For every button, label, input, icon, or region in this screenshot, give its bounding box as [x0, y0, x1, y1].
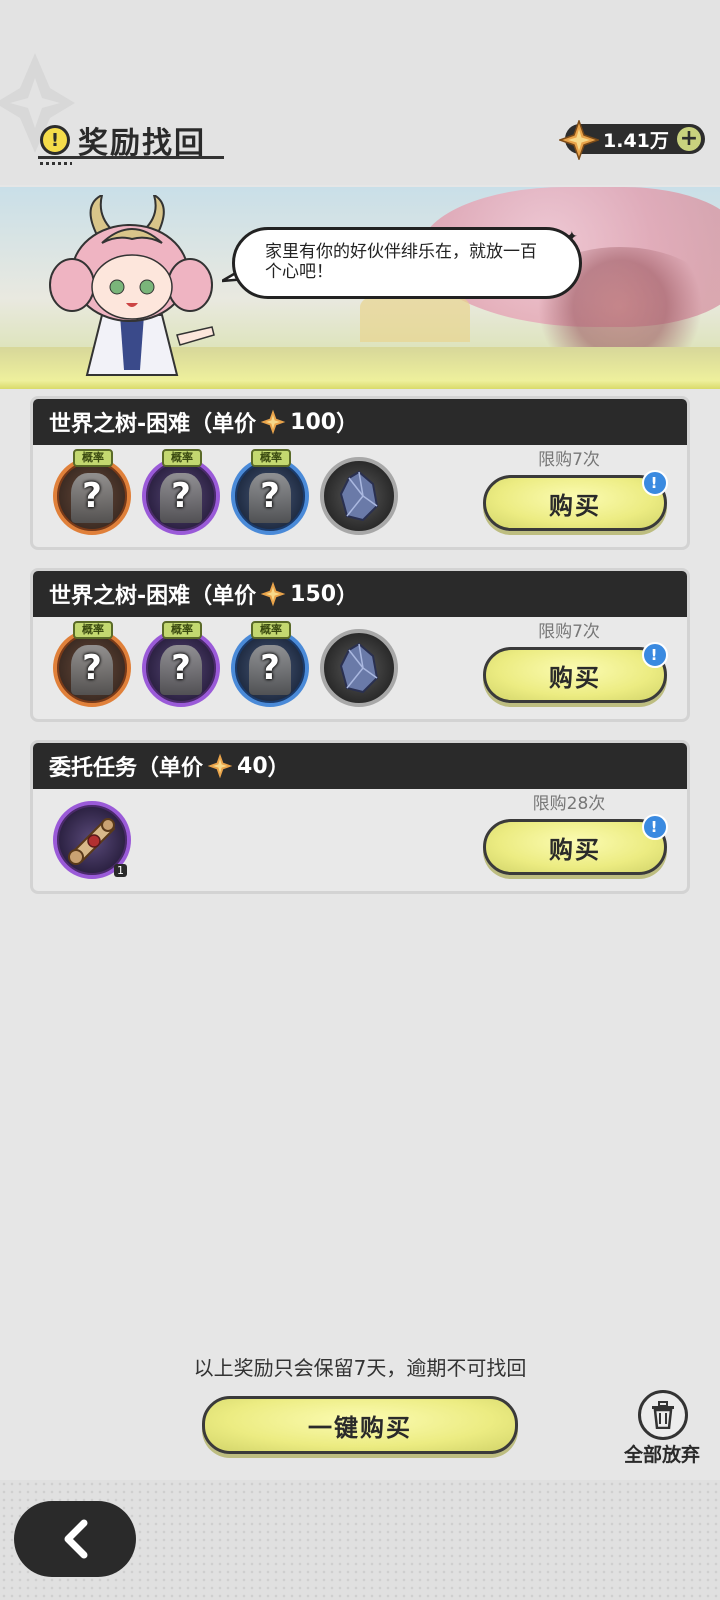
buy-all-button[interactable]: 一键购买 [202, 1396, 518, 1454]
card-title-suffix: ） [267, 756, 290, 781]
header: ! 奖励找回 1.41万 + [0, 0, 720, 185]
mascot-character-icon [49, 195, 215, 376]
crystal-reward-item[interactable] [320, 457, 398, 535]
card-price: 40 [237, 753, 268, 779]
question-mark-icon: ? [82, 648, 102, 688]
mystery-reward-item[interactable]: ? 概率 [142, 621, 220, 707]
title-underline [38, 156, 224, 159]
buy-button[interactable]: 购买 ! [483, 642, 668, 703]
question-mark-icon: ? [82, 476, 102, 516]
notification-badge: ! [642, 814, 668, 840]
banner-house-decoration [360, 292, 470, 342]
card-header: 委托任务（单价 40 ） [33, 743, 687, 789]
gold-star-icon [559, 120, 599, 160]
probability-tag: 概率 [251, 449, 291, 467]
mystery-reward-item[interactable]: ? 概率 [231, 621, 309, 707]
buy-button-label: 购买 [549, 835, 601, 864]
notification-badge: ! [642, 470, 668, 496]
abandon-all-button[interactable] [638, 1390, 688, 1440]
mystery-reward-item[interactable]: ? 概率 [231, 449, 309, 535]
trash-icon [652, 1401, 674, 1429]
card-title-suffix: ） [336, 584, 359, 609]
probability-tag: 概率 [73, 621, 113, 639]
buy-button[interactable]: 购买 ! [483, 814, 668, 875]
retention-notice: 以上奖励只会保留7天，逾期不可找回 [193, 1356, 527, 1380]
buy-button-label: 购买 [549, 663, 601, 692]
reward-items: 1 [53, 801, 142, 879]
scroll-reward-item[interactable]: 1 [53, 801, 131, 879]
card-title: 世界之树-困难（单价 [49, 584, 257, 609]
gold-star-icon [260, 409, 286, 435]
crystal-icon [339, 642, 379, 694]
buy-button[interactable]: 购买 ! [483, 470, 668, 531]
mystery-reward-item[interactable]: ? 概率 [142, 449, 220, 535]
reward-items: ? 概率 ? 概率 ? 概率 [53, 621, 409, 707]
reward-card-commission: 委托任务（单价 40 ） 1 限购28次 购买 ! [30, 740, 690, 894]
question-mark-icon: ? [260, 648, 280, 688]
card-title-suffix: ） [336, 412, 359, 437]
card-header: 世界之树-困难（单价 100 ） [33, 399, 687, 445]
probability-tag: 概率 [162, 449, 202, 467]
currency-value: 1.41万 [603, 129, 669, 152]
probability-tag: 概率 [251, 621, 291, 639]
crystal-icon [339, 470, 379, 522]
reward-card-world-tree-150: 世界之树-困难（单价 150 ） ? 概率 ? 概率 ? 概率 限购7次 购买 … [30, 568, 690, 722]
gold-star-icon [260, 581, 286, 607]
mascot-banner: 家里有你的好伙伴绯乐在，就放一百个心吧！ ✦ [0, 187, 720, 389]
buy-all-label: 一键购买 [308, 1413, 412, 1442]
question-mark-icon: ? [171, 648, 191, 688]
speech-bubble: 家里有你的好伙伴绯乐在，就放一百个心吧！ [232, 227, 582, 299]
purchase-limit: 限购28次 [532, 794, 606, 814]
probability-tag: 概率 [162, 621, 202, 639]
sparkle-icon: ✦ [566, 229, 578, 245]
purchase-limit: 限购7次 [538, 450, 600, 470]
question-mark-icon: ? [260, 476, 280, 516]
back-button[interactable] [14, 1501, 136, 1577]
card-header: 世界之树-困难（单价 150 ） [33, 571, 687, 617]
add-currency-button[interactable]: + [677, 127, 701, 151]
question-mark-icon: ? [171, 476, 191, 516]
reward-items: ? 概率 ? 概率 ? 概率 [53, 449, 409, 535]
currency-display: 1.41万 + [559, 120, 705, 160]
buy-button-label: 购买 [549, 491, 601, 520]
notification-badge: ! [642, 642, 668, 668]
card-price: 100 [290, 409, 337, 435]
purchase-limit: 限购7次 [538, 622, 600, 642]
mystery-reward-item[interactable]: ? 概率 [53, 621, 131, 707]
card-title: 世界之树-困难（单价 [49, 412, 257, 437]
reward-card-world-tree-100: 世界之树-困难（单价 100 ） ? 概率 ? 概率 ? 概率 限购7次 购买 … [30, 396, 690, 550]
back-arrow-icon [64, 1519, 88, 1559]
gold-star-icon [207, 753, 233, 779]
item-count: 1 [114, 864, 127, 877]
card-price: 150 [290, 581, 337, 607]
crystal-reward-item[interactable] [320, 629, 398, 707]
exclamation-icon: ! [40, 125, 70, 155]
abandon-all-label: 全部放弃 [623, 1444, 700, 1466]
card-title: 委托任务（单价 [49, 756, 204, 781]
mystery-reward-item[interactable]: ? 概率 [53, 449, 131, 535]
title-dots [40, 162, 72, 165]
probability-tag: 概率 [73, 449, 113, 467]
scroll-icon [68, 818, 116, 865]
